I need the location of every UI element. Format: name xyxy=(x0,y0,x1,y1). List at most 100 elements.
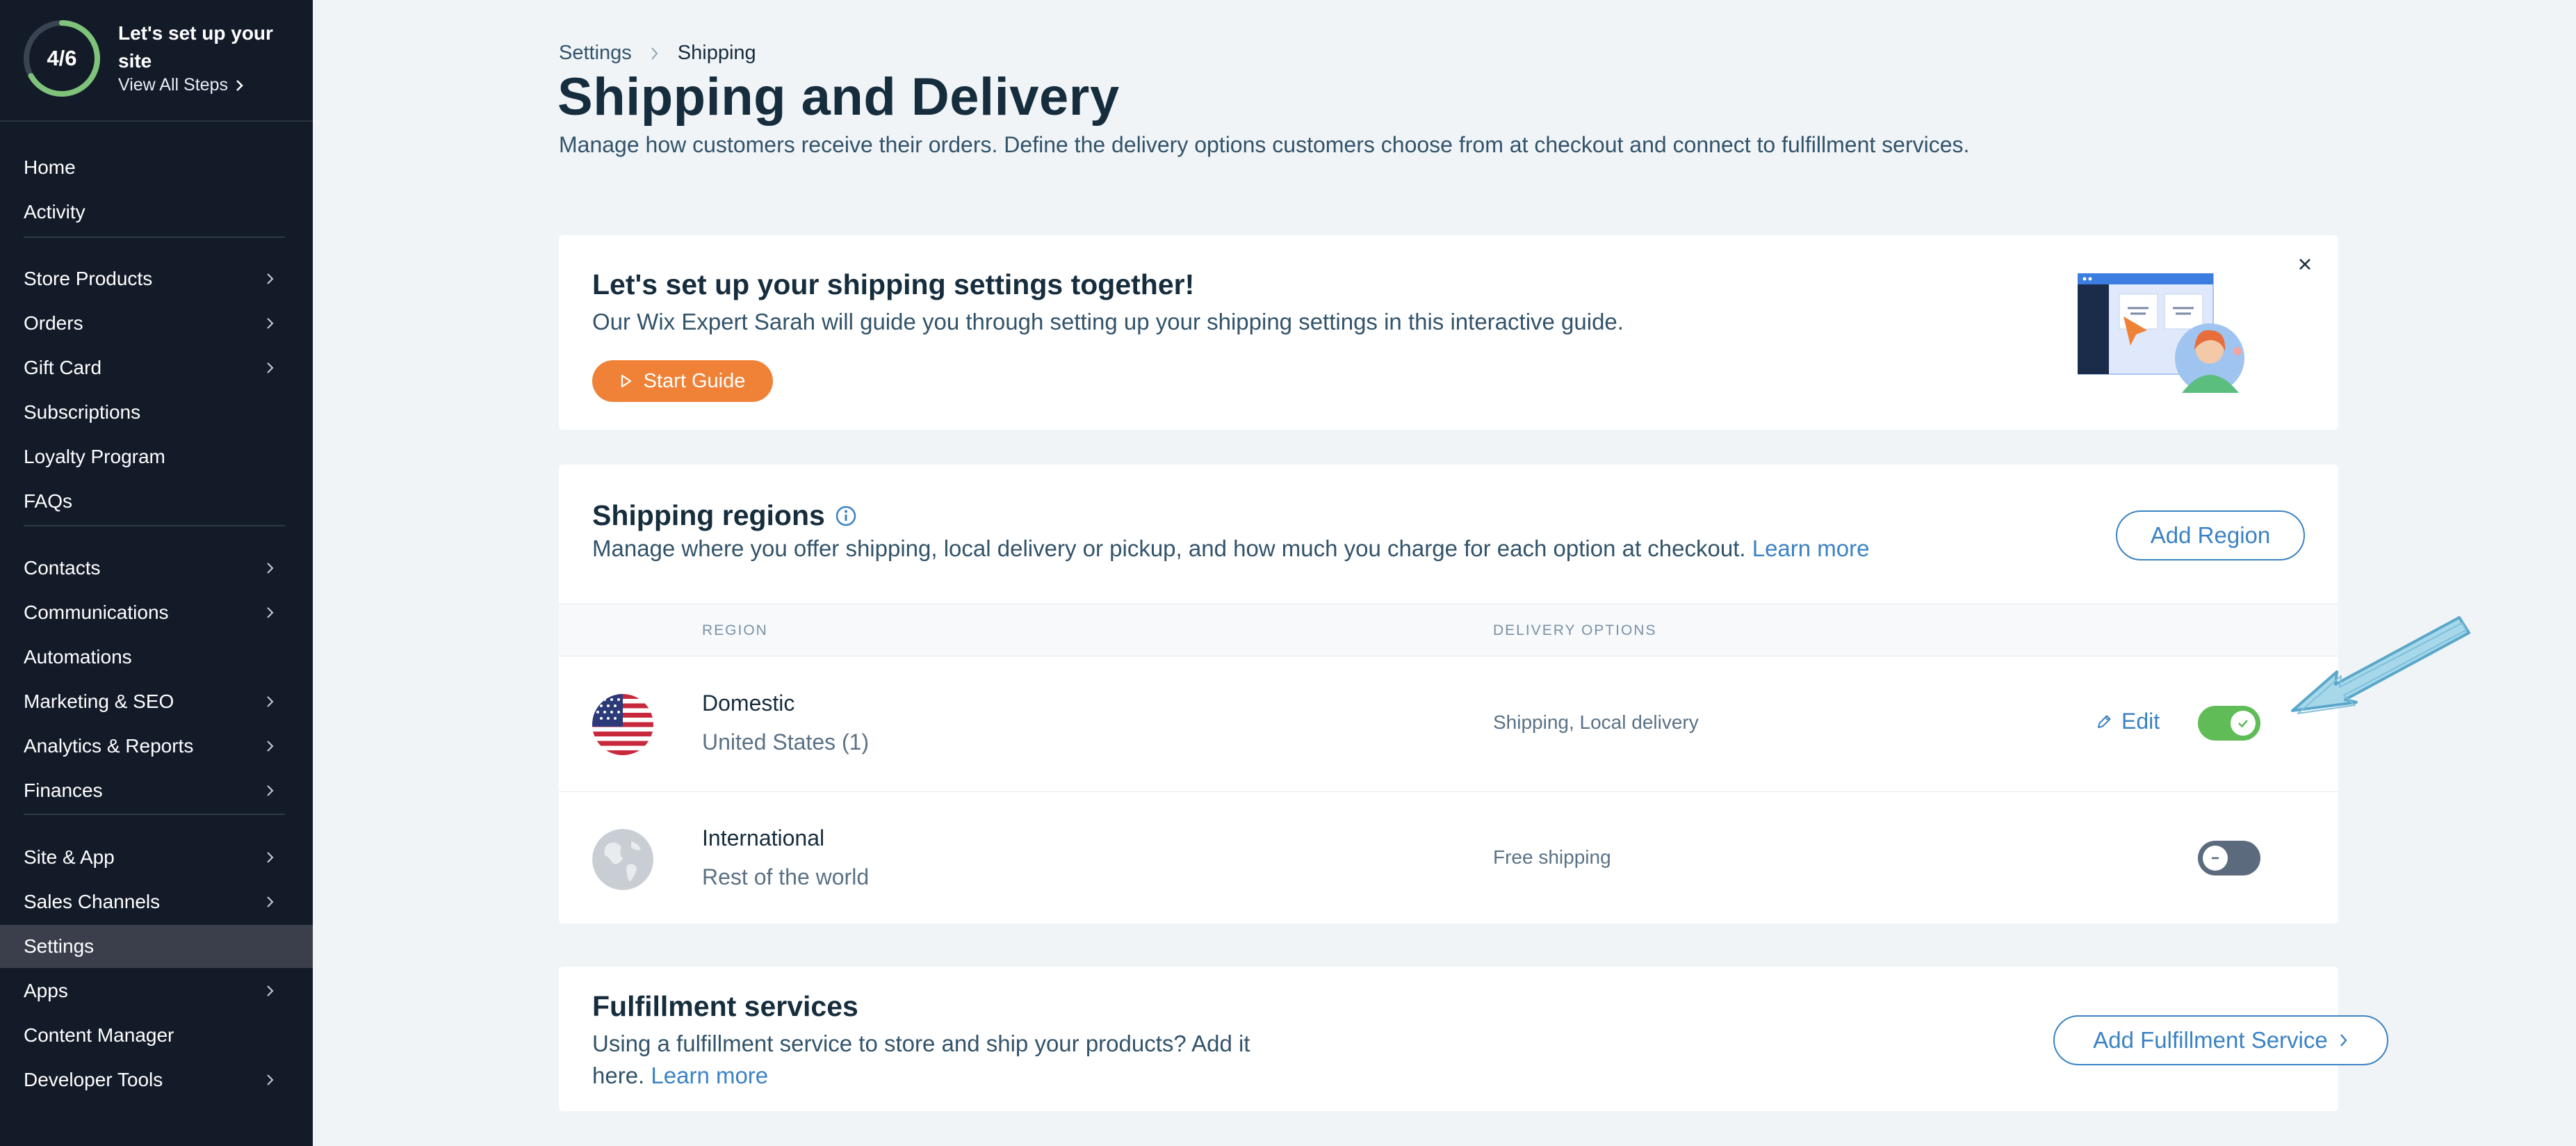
region-delivery-options: Shipping, Local delivery xyxy=(1493,711,1699,733)
toggle-knob xyxy=(2203,846,2228,871)
sidebar-item-label: Developer Tools xyxy=(24,1069,163,1090)
view-all-steps-link[interactable]: View All Steps xyxy=(118,75,245,95)
sidebar-item-apps[interactable]: Apps xyxy=(0,969,313,1012)
minus-icon xyxy=(2212,857,2219,860)
region-name: Domestic xyxy=(702,691,795,716)
sidebar-divider xyxy=(24,525,285,526)
annotation-arrow-icon xyxy=(2291,616,2470,714)
toggle-knob xyxy=(2231,711,2256,736)
progress-count: 4/6 xyxy=(47,46,77,70)
chevron-right-icon xyxy=(267,607,274,618)
guide-illustration xyxy=(2078,273,2244,393)
chevron-right-icon xyxy=(236,79,243,91)
sidebar-item-label: Settings xyxy=(24,935,95,957)
breadcrumb-settings-link[interactable]: Settings xyxy=(559,42,632,65)
region-enabled-toggle[interactable] xyxy=(2198,841,2260,875)
chevron-right-icon xyxy=(267,318,274,329)
sidebar-item-label: Activity xyxy=(24,201,85,223)
chevron-right-icon xyxy=(267,896,274,907)
sidebar-item-finances[interactable]: Finances xyxy=(0,769,313,812)
region-countries: United States (1) xyxy=(702,729,870,754)
fulfillment-services-card: Fulfillment services Using a fulfillment… xyxy=(559,967,2388,1111)
sidebar-item-site-app[interactable]: Site & App xyxy=(0,836,313,879)
sidebar-item-label: Loyalty Program xyxy=(24,446,165,467)
sidebar-item-label: Store Products xyxy=(24,268,153,289)
sidebar-item-communications[interactable]: Communications xyxy=(0,591,313,634)
sidebar: 4/6 Let's set up your site View All Step… xyxy=(0,0,313,1146)
start-guide-label: Start Guide xyxy=(643,369,746,392)
checkmark-icon xyxy=(2238,720,2248,728)
shipping-guide-banner: Let's set up your shipping settings toge… xyxy=(559,235,2338,430)
chevron-right-icon xyxy=(267,563,274,574)
pencil-icon xyxy=(2098,715,2111,728)
sidebar-item-label: Sales Channels xyxy=(24,891,161,912)
sidebar-item-contacts[interactable]: Contacts xyxy=(0,547,313,590)
sidebar-item-store-products[interactable]: Store Products xyxy=(0,257,313,300)
region-countries: Rest of the world xyxy=(702,864,870,889)
close-icon xyxy=(2299,259,2310,270)
breadcrumb: Settings Shipping xyxy=(559,42,756,65)
regions-description: Manage where you offer shipping, local d… xyxy=(592,535,1869,562)
guide-title: Let's set up your shipping settings toge… xyxy=(592,268,1195,300)
progress-ring: 4/6 xyxy=(22,19,101,98)
sidebar-item-orders[interactable]: Orders xyxy=(0,302,313,345)
chevron-right-icon xyxy=(267,273,274,284)
setup-title: Let's set up your site xyxy=(118,22,273,72)
shipping-regions-card: Shipping regions Manage where you offer … xyxy=(559,465,2338,923)
sidebar-item-automations[interactable]: Automations xyxy=(0,636,313,679)
close-banner-button[interactable] xyxy=(2291,250,2319,278)
page-title: Shipping and Delivery xyxy=(557,67,1120,127)
add-region-button[interactable]: Add Region xyxy=(2116,510,2305,560)
add-fulfillment-service-label: Add Fulfillment Service xyxy=(2093,1027,2328,1053)
chevron-right-icon xyxy=(267,785,274,796)
region-enabled-toggle[interactable] xyxy=(2198,706,2260,741)
sidebar-item-label: Content Manager xyxy=(24,1024,174,1046)
sidebar-item-sales-channels[interactable]: Sales Channels xyxy=(0,880,313,923)
chevron-right-icon xyxy=(267,1074,274,1086)
sidebar-item-marketing-seo[interactable]: Marketing & SEO xyxy=(0,680,313,723)
sidebar-item-label: Automations xyxy=(24,646,132,668)
fulfillment-description: Using a fulfillment service to store and… xyxy=(592,1028,1301,1092)
sidebar-item-activity[interactable]: Activity xyxy=(0,191,313,234)
page-subtitle: Manage how customers receive their order… xyxy=(559,132,1970,157)
sidebar-item-developer-tools[interactable]: Developer Tools xyxy=(0,1058,313,1101)
fulfillment-title: Fulfillment services xyxy=(592,990,858,1022)
regions-description-text: Manage where you offer shipping, local d… xyxy=(592,535,1746,561)
table-row-international[interactable]: International Rest of the world Free shi… xyxy=(559,792,2338,927)
sidebar-item-gift-card[interactable]: Gift Card xyxy=(0,346,313,389)
sidebar-item-label: Orders xyxy=(24,312,83,334)
setup-progress-panel[interactable]: 4/6 Let's set up your site View All Step… xyxy=(0,0,313,122)
regions-title-text: Shipping regions xyxy=(592,499,825,531)
table-row-domestic[interactable]: Domestic United States (1) Shipping, Loc… xyxy=(559,657,2338,792)
breadcrumb-current: Shipping xyxy=(677,42,756,64)
info-icon[interactable] xyxy=(835,505,857,527)
column-header-region: REGION xyxy=(702,622,768,638)
regions-table-header: REGION DELIVERY OPTIONS xyxy=(559,604,2338,656)
regions-learn-more-link[interactable]: Learn more xyxy=(1752,535,1870,561)
sidebar-item-subscriptions[interactable]: Subscriptions xyxy=(0,391,313,434)
edit-region-button[interactable]: Edit xyxy=(2095,709,2160,734)
sidebar-item-label: Subscriptions xyxy=(24,401,141,423)
sidebar-item-label: Contacts xyxy=(24,557,101,579)
globe-icon xyxy=(592,829,653,890)
fulfillment-learn-more-link[interactable]: Learn more xyxy=(651,1063,768,1088)
chevron-right-icon xyxy=(267,985,274,996)
sidebar-item-content-manager[interactable]: Content Manager xyxy=(0,1014,313,1057)
sidebar-item-home[interactable]: Home xyxy=(0,146,313,189)
chevron-right-icon xyxy=(267,696,274,707)
sidebar-item-label: Finances xyxy=(24,780,103,801)
sidebar-item-loyalty-program[interactable]: Loyalty Program xyxy=(0,435,313,478)
add-fulfillment-service-button[interactable]: Add Fulfillment Service xyxy=(2053,1015,2388,1065)
column-header-delivery-options: DELIVERY OPTIONS xyxy=(1493,622,1657,638)
chevron-right-icon xyxy=(267,852,274,863)
sidebar-item-faqs[interactable]: FAQs xyxy=(0,480,313,523)
sidebar-item-label: Gift Card xyxy=(24,357,102,378)
guide-description: Our Wix Expert Sarah will guide you thro… xyxy=(592,309,1624,334)
edit-label: Edit xyxy=(2121,709,2160,734)
sidebar-item-settings[interactable]: Settings xyxy=(0,925,313,968)
chevron-right-icon xyxy=(651,47,658,60)
sidebar-item-label: FAQs xyxy=(24,490,73,512)
sidebar-item-analytics-reports[interactable]: Analytics & Reports xyxy=(0,725,313,768)
start-guide-button[interactable]: Start Guide xyxy=(592,360,773,402)
sidebar-item-label: Analytics & Reports xyxy=(24,735,194,757)
